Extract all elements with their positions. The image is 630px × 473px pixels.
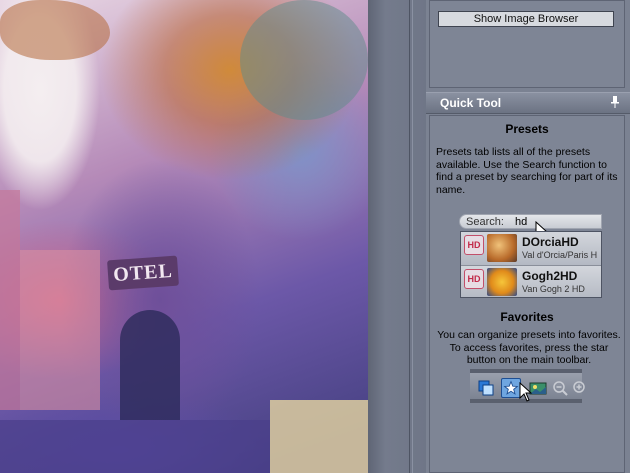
painting-foliage <box>0 0 110 60</box>
painting-light-patch <box>270 400 368 473</box>
preset-name: Gogh2HD <box>522 269 578 283</box>
copy-icon[interactable] <box>476 378 496 398</box>
image-browser-panel: Show Image Browser <box>429 0 625 88</box>
show-image-browser-button[interactable]: Show Image Browser <box>438 11 614 27</box>
favorites-heading: Favorites <box>500 310 554 324</box>
painting-wall <box>20 250 100 410</box>
pin-icon[interactable] <box>610 96 620 108</box>
painting-hotel-sign: OTEL <box>107 255 179 291</box>
divider-line <box>409 0 410 473</box>
quick-tool-header[interactable]: Quick Tool <box>426 92 630 114</box>
panel-divider[interactable] <box>368 0 426 473</box>
preset-list[interactable]: HD DOrciaHD Val d'Orcia/Paris H HD Gogh2… <box>460 231 602 298</box>
star-icon[interactable] <box>501 378 521 398</box>
image-canvas[interactable]: OTEL <box>0 0 368 473</box>
presets-description: Presets tab lists all of the presets ava… <box>436 146 618 196</box>
preset-list-item[interactable]: HD DOrciaHD Val d'Orcia/Paris H <box>461 232 601 266</box>
painting-archway <box>120 310 180 420</box>
quick-tool-body: Presets Presets tab lists all of the pre… <box>429 115 625 473</box>
preset-subtitle: Van Gogh 2 HD <box>522 284 585 294</box>
painting-tower <box>0 190 20 410</box>
divider-line <box>412 0 413 473</box>
preset-name: DOrciaHD <box>522 235 579 249</box>
favorites-description: You can organize presets into favorites.… <box>437 329 621 366</box>
preset-subtitle: Val d'Orcia/Paris H <box>522 250 598 260</box>
preset-thumbnail <box>487 234 517 262</box>
main-toolbar-preview <box>470 369 585 403</box>
search-label: Search: <box>466 216 504 228</box>
hd-badge: HD <box>464 235 484 255</box>
right-panel: Show Image Browser Quick Tool Presets Pr… <box>426 0 630 473</box>
hd-badge: HD <box>464 269 484 289</box>
zoom-in-icon[interactable] <box>570 378 590 398</box>
preset-thumbnail <box>487 268 517 296</box>
image-icon[interactable] <box>528 378 548 398</box>
preset-search-input[interactable]: Search: hd <box>459 214 602 229</box>
quick-tool-title: Quick Tool <box>440 96 502 110</box>
preset-list-item[interactable]: HD Gogh2HD Van Gogh 2 HD <box>461 266 601 297</box>
search-value: hd <box>515 216 528 228</box>
zoom-out-icon[interactable] <box>550 378 570 398</box>
painting-tree <box>240 0 368 120</box>
presets-heading: Presets <box>505 122 549 136</box>
